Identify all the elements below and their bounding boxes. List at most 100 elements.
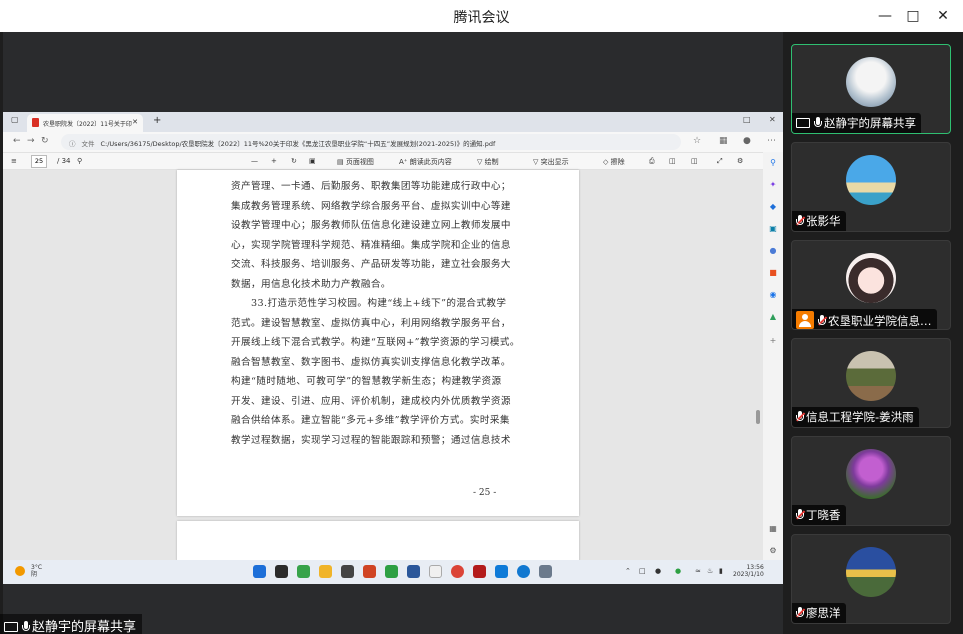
more-icon[interactable]: ⋯ [767, 136, 776, 146]
browser-restore-icon[interactable]: □ [743, 115, 751, 124]
profile-icon[interactable]: ● [743, 136, 751, 146]
back-icon[interactable]: ← [13, 136, 21, 146]
refresh-icon[interactable]: ↻ [41, 136, 49, 146]
save-icon[interactable]: ◫ [669, 157, 676, 165]
rotate-icon[interactable]: ↻ [291, 157, 297, 165]
tray-app-icon[interactable]: □ [639, 567, 646, 575]
window-title: 腾讯会议 [453, 10, 510, 26]
draw-button[interactable]: ▽ 绘制 [477, 157, 499, 167]
anime-girl-avatar [846, 253, 896, 303]
highlight-button[interactable]: ▽ 突出显示 [533, 157, 569, 167]
file-explorer-icon[interactable] [319, 565, 332, 578]
collections-icon[interactable]: ▦ [719, 136, 728, 146]
page-view-button[interactable]: ▤ 页面视图 [337, 157, 374, 167]
read-aloud-button[interactable]: A⁺ 朗读此页内容 [399, 157, 452, 167]
pdf-line: 构建“随时随地、可教可学”的智慧教学新生态；构建教学资源 [231, 376, 502, 387]
document-icon[interactable] [429, 565, 442, 578]
sidebar-settings-icon[interactable]: ⚙ [768, 546, 778, 556]
screen-share-icon [4, 622, 18, 632]
taskbar-search-icon[interactable] [275, 565, 288, 578]
minimize-icon[interactable]: — [875, 6, 895, 26]
page-view-label: 页面视图 [345, 158, 374, 166]
pdf-line: 融合智慧教室、数字图书、虚拟仿真实训支撑信息化教学改革。 [231, 356, 511, 368]
tray-chevron-icon[interactable]: ⌃ [625, 567, 631, 575]
clock-time: 13:56 [746, 564, 764, 571]
save-as-icon[interactable]: ◫ [691, 157, 698, 165]
close-icon[interactable]: ✕ [933, 6, 953, 26]
weather-widget[interactable]: 3°C 阴 [15, 564, 42, 578]
pdf-scrollbar[interactable] [755, 170, 761, 560]
fullscreen-icon[interactable]: ⤢ [717, 157, 723, 166]
volume-icon[interactable]: ♨ [707, 567, 713, 575]
tray-mic-icon[interactable]: ● [655, 567, 661, 575]
forward-icon[interactable]: → [27, 136, 35, 146]
tray-wechat-icon[interactable]: ● [675, 567, 681, 575]
pdf-file-icon [32, 118, 39, 127]
edge-sidebar: ⚲ ✦ ◆ ▣ ● ■ ◉ ▲ + ▦ ⚙ [763, 152, 783, 560]
contents-icon[interactable]: ≡ [11, 157, 17, 165]
taskbar-clock[interactable]: 13:56 2023/1/10 [733, 564, 764, 578]
participant-name: 丁晓香 [806, 508, 841, 522]
participant-tile[interactable]: 丁晓香 [791, 436, 951, 526]
maximize-icon[interactable]: □ [903, 6, 923, 26]
participant-tile[interactable]: 廖思洋 [791, 534, 951, 624]
sidebar-discover-icon[interactable]: ✦ [768, 180, 778, 190]
chrome-icon[interactable] [451, 565, 464, 578]
erase-button[interactable]: ◇ 擦除 [603, 157, 625, 167]
draw-label: 绘制 [484, 158, 499, 166]
edge-icon[interactable] [517, 565, 530, 578]
participant-tile[interactable]: 信息工程学院-姜洪雨 [791, 338, 951, 428]
file-label: 文件 [81, 140, 95, 148]
greenhouse-avatar [846, 351, 896, 401]
sidebar-tools-icon[interactable]: ▣ [768, 224, 778, 234]
fit-page-icon[interactable]: ▣ [309, 157, 316, 165]
sidebar-layout-icon[interactable]: ▦ [768, 524, 778, 534]
pdf-line: 设教学管理中心；服务教师队伍信息化建设建立网上教师发展中 [231, 220, 511, 231]
pdf-app-icon[interactable] [473, 565, 486, 578]
print-icon[interactable]: ⎙ [649, 157, 655, 166]
participant-tile[interactable]: 张影华 [791, 142, 951, 232]
browser-tab[interactable]: 农垦职院发〔2022〕11号关于印 ✕ [27, 114, 143, 132]
word-icon[interactable] [407, 565, 420, 578]
scrollbar-thumb[interactable] [756, 410, 760, 424]
sidebar-office-icon[interactable]: ■ [768, 268, 778, 278]
pdf-line: 心，实现学院管理科学规范、精准精细。集成学院和企业的信息 [231, 239, 511, 251]
pdf-page: 资产管理、一卡通、后勤服务、职教集团等功能建成行政中心； 集成教务管理系统、网络… [177, 170, 579, 516]
sidebar-add-icon[interactable]: + [768, 336, 778, 346]
browser-close-icon[interactable]: ✕ [769, 115, 776, 124]
sidebar-drop-icon[interactable]: ▲ [768, 312, 778, 322]
zoom-out-icon[interactable]: — [251, 157, 258, 165]
search-icon[interactable]: ⚲ [77, 157, 82, 165]
powerpoint-icon[interactable] [363, 565, 376, 578]
new-tab-icon[interactable]: + [153, 115, 161, 126]
favorite-icon[interactable]: ☆ [693, 136, 701, 146]
windows-taskbar: 3°C 阴 ⌃ □ ● ● ≈ ♨ ▮ 13:56 2023/1/10 [3, 560, 783, 584]
terminal-icon[interactable] [341, 565, 354, 578]
zoom-in-icon[interactable]: + [271, 157, 277, 165]
sidebar-outlook-icon[interactable]: ◉ [768, 290, 778, 300]
participant-tile[interactable]: 农垦职业学院信息… [791, 240, 951, 330]
battery-icon[interactable]: ▮ [719, 567, 723, 575]
sidebar-tag-icon[interactable]: ◆ [768, 202, 778, 212]
tab-close-icon[interactable]: ✕ [132, 118, 138, 126]
page-number-input[interactable]: 25 [31, 155, 47, 168]
pdf-settings-icon[interactable]: ⚙ [737, 157, 743, 165]
pdf-viewer[interactable]: 资产管理、一卡通、后勤服务、职教集团等功能建成行政中心； 集成教务管理系统、网络… [3, 170, 763, 561]
pdf-line: 数据，用信息化技术助力产教融合。 [231, 278, 391, 290]
participant-nametag: 赵静宇的屏幕共享 [792, 113, 921, 133]
settings-app-icon[interactable] [539, 565, 552, 578]
mic-muted-icon [796, 215, 805, 227]
participant-tile[interactable]: 赵静宇的屏幕共享 [791, 44, 951, 134]
wifi-icon[interactable]: ≈ [695, 567, 701, 575]
tab-actions-icon[interactable]: ▢ [11, 115, 19, 124]
url-input[interactable]: ⓘ 文件 C:/Users/36175/Desktop/农垦职院发〔2022〕11号… [61, 134, 681, 150]
meeting-app-icon[interactable] [495, 565, 508, 578]
start-icon[interactable] [253, 565, 266, 578]
participant-name: 廖思洋 [806, 606, 841, 620]
participant-name: 信息工程学院-姜洪雨 [806, 410, 914, 424]
sidebar-search-icon[interactable]: ⚲ [768, 158, 778, 168]
wechat-icon[interactable] [385, 565, 398, 578]
info-icon: ⓘ [69, 140, 76, 148]
sidebar-games-icon[interactable]: ● [768, 246, 778, 256]
edge-green-icon[interactable] [297, 565, 310, 578]
